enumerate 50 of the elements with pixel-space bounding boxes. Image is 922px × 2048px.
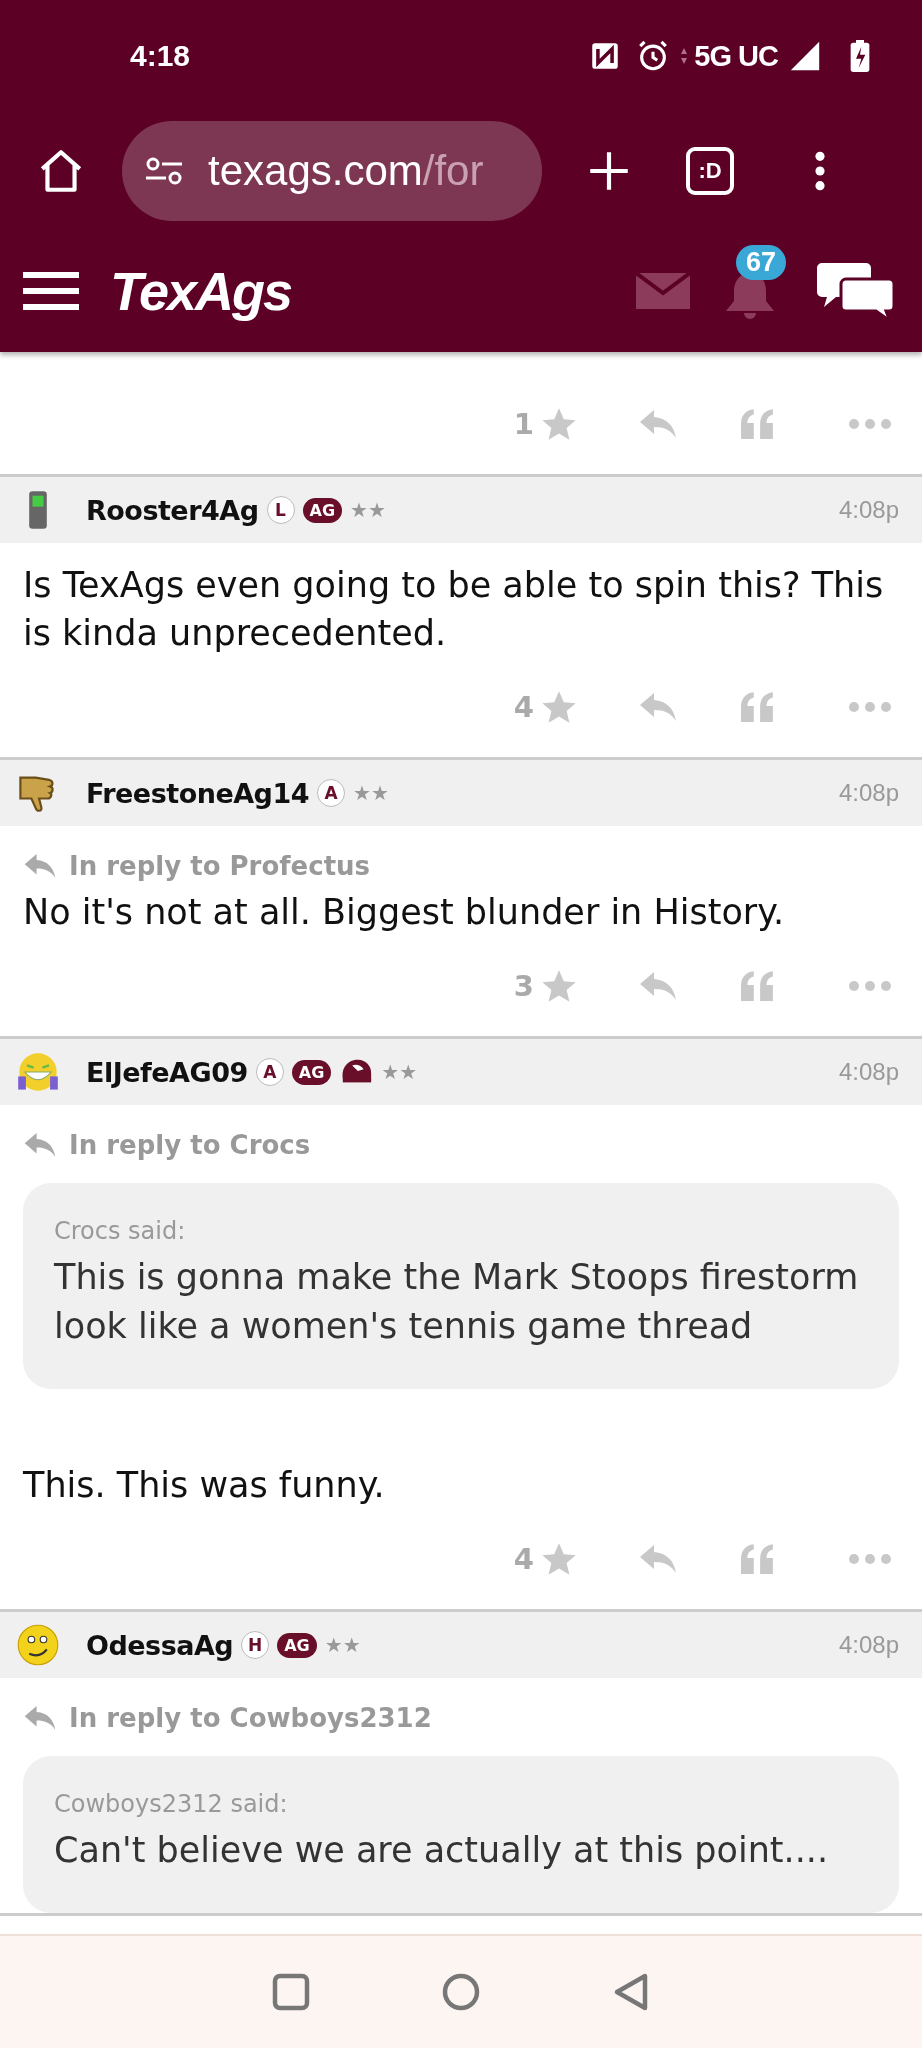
site-settings-icon[interactable] [144, 156, 184, 186]
more-icon[interactable] [848, 418, 892, 430]
reply-arrow-icon [23, 1704, 57, 1732]
more-icon[interactable] [848, 701, 892, 713]
quote-author: Crocs said: [54, 1217, 187, 1245]
menu-icon[interactable] [23, 271, 79, 311]
rank-stars: ★★ [324, 1633, 361, 1657]
network-type: 5G UC [694, 39, 778, 73]
menu-icon[interactable] [814, 149, 826, 193]
home-button[interactable] [441, 1972, 481, 2012]
recents-button[interactable] [271, 1972, 311, 2012]
username[interactable]: Rooster4Ag [86, 494, 259, 526]
user-badge: AG [277, 1632, 317, 1658]
mail-icon[interactable] [636, 273, 690, 309]
username[interactable]: ElJefeAG09 [86, 1056, 248, 1088]
smiley-icon [16, 1623, 60, 1667]
user-badge: L [266, 496, 295, 524]
rank-stars: ★★ [353, 781, 389, 805]
rank-stars: ★★ [350, 498, 386, 522]
site-logo[interactable]: TexAgs [110, 260, 292, 322]
reply-arrow-icon [23, 1131, 57, 1159]
post-text: No it's not at all. Biggest blunder in History. [23, 891, 786, 934]
user-badge: H [241, 1631, 270, 1659]
post-time: 4:08p [838, 779, 899, 807]
reply-arrow-icon [23, 852, 57, 880]
post-time: 4:08p [838, 496, 899, 524]
username[interactable]: OdessaAg [86, 1629, 234, 1661]
status-time: 4:18 [130, 39, 191, 73]
user-badge: AG [302, 497, 343, 523]
rank-stars: ★★ [381, 1060, 418, 1084]
tab-switcher[interactable]: :D [686, 147, 734, 195]
post-time: 4:08p [838, 1631, 899, 1659]
signal-icon [788, 39, 822, 73]
user-badge: AG [291, 1059, 332, 1085]
user-badge: A [255, 1058, 284, 1086]
battery-charging-icon [850, 40, 870, 72]
url-bar[interactable]: texags.com/for [122, 121, 542, 221]
post-text: Is TexAgs even going to be able to spin this? This is kinda unprecedented. [23, 564, 885, 655]
laughing-face-icon [16, 1050, 60, 1094]
quote-author: Cowboys2312 said: [54, 1790, 289, 1818]
more-icon[interactable] [848, 980, 892, 992]
user-badge: A [317, 779, 345, 807]
url-text[interactable]: texags.com/for [208, 147, 484, 195]
username[interactable]: FreestoneAg14 [86, 777, 309, 809]
more-icon[interactable] [848, 1553, 892, 1565]
quote-text: Can't believe we are actually at this point.... [54, 1829, 830, 1872]
notification-badge: 67 [736, 245, 787, 280]
post-time: 4:08p [838, 1058, 899, 1086]
post-text: This. This was funny. [23, 1464, 386, 1507]
quote-text: This is gonna make the Mark Stoops firestorm look like a women's tennis game thread [54, 1256, 860, 1348]
